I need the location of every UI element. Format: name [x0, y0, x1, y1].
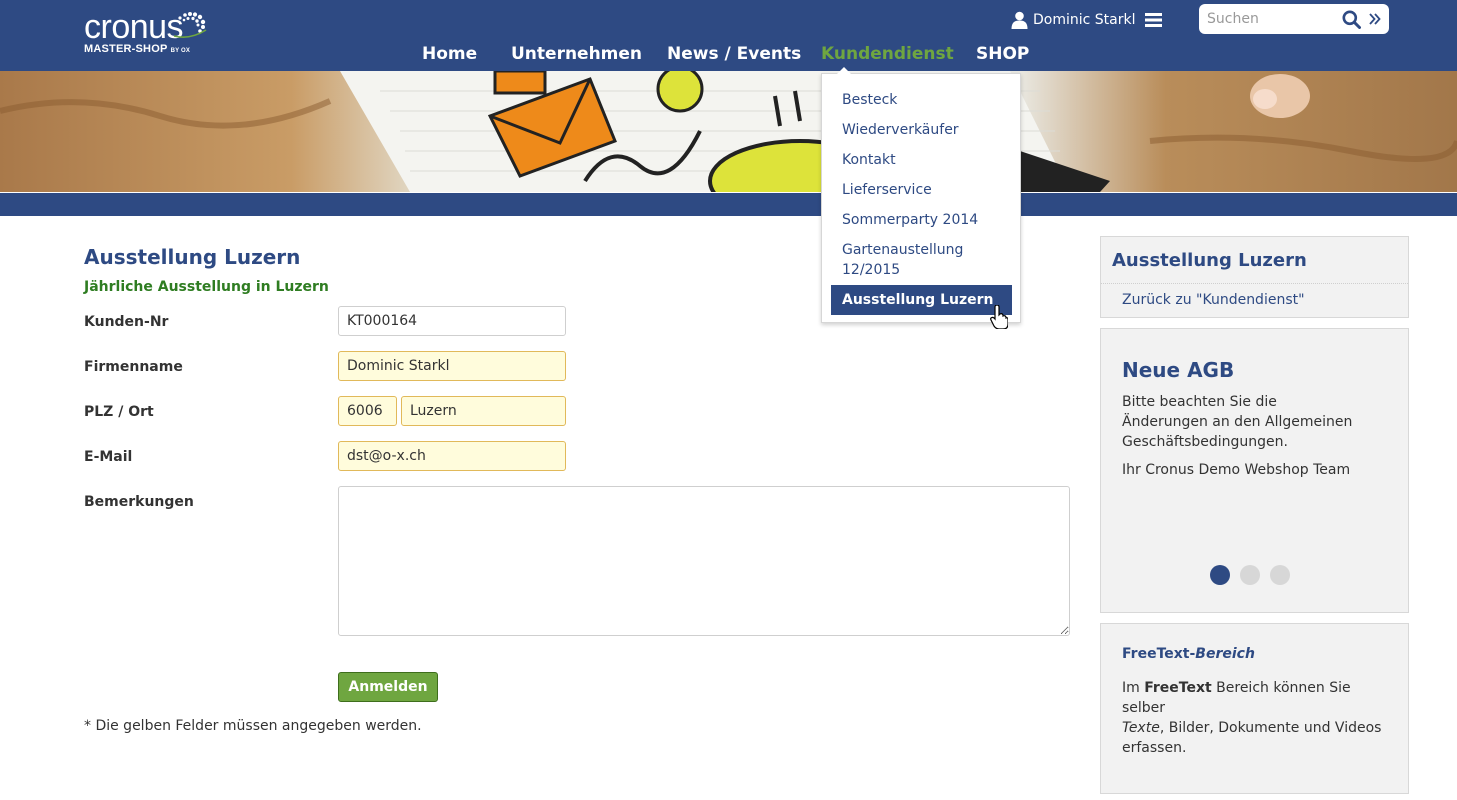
agb-slider-box: Neue AGB Bitte beachten Sie die Änderung…	[1100, 328, 1409, 613]
dropdown-item-kontakt[interactable]: Kontakt	[831, 150, 1012, 170]
slider-dot-2[interactable]	[1240, 565, 1260, 585]
page-subtitle: Jährliche Ausstellung in Luzern	[84, 279, 329, 295]
dropdown-item-wiederverkaeufer[interactable]: Wiederverkäufer	[831, 120, 1012, 140]
freetext-title: FreeText-Bereich	[1122, 646, 1255, 662]
freetext-title-plain: FreeText-	[1122, 646, 1196, 662]
agb-title: Neue AGB	[1122, 358, 1235, 382]
dropdown-item-besteck[interactable]: Besteck	[831, 90, 1012, 110]
nav-home[interactable]: Home	[422, 44, 477, 64]
freetext-text-bold: FreeText	[1144, 680, 1212, 696]
user-icon	[1011, 11, 1028, 29]
hero-banner-image	[0, 71, 1457, 192]
dropdown-item-gartenaustellung[interactable]: Gartenaustellung 12/2015	[831, 240, 981, 280]
kunden-nr-label: Kunden-Nr	[84, 314, 169, 330]
sidebar-nav-title: Ausstellung Luzern	[1112, 250, 1307, 271]
page-title: Ausstellung Luzern	[84, 245, 301, 269]
search-box	[1199, 4, 1389, 34]
bemerkungen-textarea[interactable]	[338, 486, 1070, 636]
plz-field[interactable]	[338, 396, 397, 426]
email-field[interactable]	[338, 441, 566, 471]
logo-sub-text: MASTER-SHOP	[84, 43, 168, 55]
freetext-text-italic: Texte	[1122, 720, 1160, 736]
logo-swirl-icon	[173, 12, 207, 38]
agb-text: Bitte beachten Sie die Änderungen an den…	[1122, 394, 1353, 450]
freetext-text-after: , Bilder, Dokumente und Videos erfassen.	[1122, 720, 1382, 756]
banner-illustration	[0, 71, 1457, 192]
back-to-kundendienst-link[interactable]: Zurück zu "Kundendienst"	[1122, 292, 1305, 308]
sidebar-divider	[1101, 283, 1408, 284]
search-icon[interactable]	[1342, 10, 1361, 29]
dropdown-item-ausstellung-luzern[interactable]: Ausstellung Luzern	[831, 285, 1012, 315]
required-fields-note: * Die gelben Felder müssen angegeben wer…	[84, 718, 422, 734]
dropdown-item-sommerparty[interactable]: Sommerparty 2014	[831, 210, 1012, 230]
plz-ort-label: PLZ / Ort	[84, 404, 154, 420]
dropdown-caret	[837, 67, 851, 74]
freetext-text: Im FreeText Bereich können Sie selber Te…	[1122, 678, 1392, 758]
nav-news-events[interactable]: News / Events	[667, 44, 801, 64]
freetext-box: FreeText-Bereich Im FreeText Bereich kön…	[1100, 623, 1409, 794]
banner-strip	[0, 192, 1457, 216]
email-label: E-Mail	[84, 449, 133, 465]
sidebar-nav-box: Ausstellung Luzern Zurück zu "Kundendien…	[1100, 236, 1409, 318]
header-bar: cronus MASTER-SHOP BY OX Dominic Starkl …	[0, 0, 1457, 71]
search-input[interactable]	[1207, 11, 1337, 27]
agb-signature: Ihr Cronus Demo Webshop Team	[1122, 462, 1351, 478]
double-chevron-right-icon[interactable]	[1369, 12, 1381, 26]
cronus-logo[interactable]: cronus MASTER-SHOP BY OX	[84, 10, 207, 57]
ort-field[interactable]	[401, 396, 566, 426]
user-name: Dominic Starkl	[1033, 12, 1136, 28]
nav-kundendienst[interactable]: Kundendienst	[821, 44, 954, 64]
bemerkungen-label: Bemerkungen	[84, 494, 194, 510]
logo-sub-small: BY OX	[170, 48, 191, 54]
dropdown-item-lieferservice[interactable]: Lieferservice	[831, 180, 1012, 200]
nav-unternehmen[interactable]: Unternehmen	[511, 44, 642, 64]
freetext-title-italic: Bereich	[1195, 646, 1255, 662]
firmenname-label: Firmenname	[84, 359, 183, 375]
hand-cursor-icon	[990, 305, 1008, 329]
anmelden-button[interactable]: Anmelden	[338, 672, 438, 702]
freetext-text-before: Im	[1122, 680, 1145, 696]
kunden-nr-field[interactable]	[338, 306, 566, 336]
slider-dot-3[interactable]	[1270, 565, 1290, 585]
firmenname-field[interactable]	[338, 351, 566, 381]
logo-subtitle: MASTER-SHOP BY OX	[84, 43, 190, 57]
user-menu[interactable]: Dominic Starkl	[1011, 10, 1162, 30]
nav-shop[interactable]: SHOP	[976, 44, 1029, 64]
slider-dot-1[interactable]	[1210, 565, 1230, 585]
kundendienst-dropdown: Besteck Wiederverkäufer Kontakt Lieferse…	[821, 67, 1021, 323]
hamburger-menu-icon[interactable]	[1144, 13, 1162, 27]
